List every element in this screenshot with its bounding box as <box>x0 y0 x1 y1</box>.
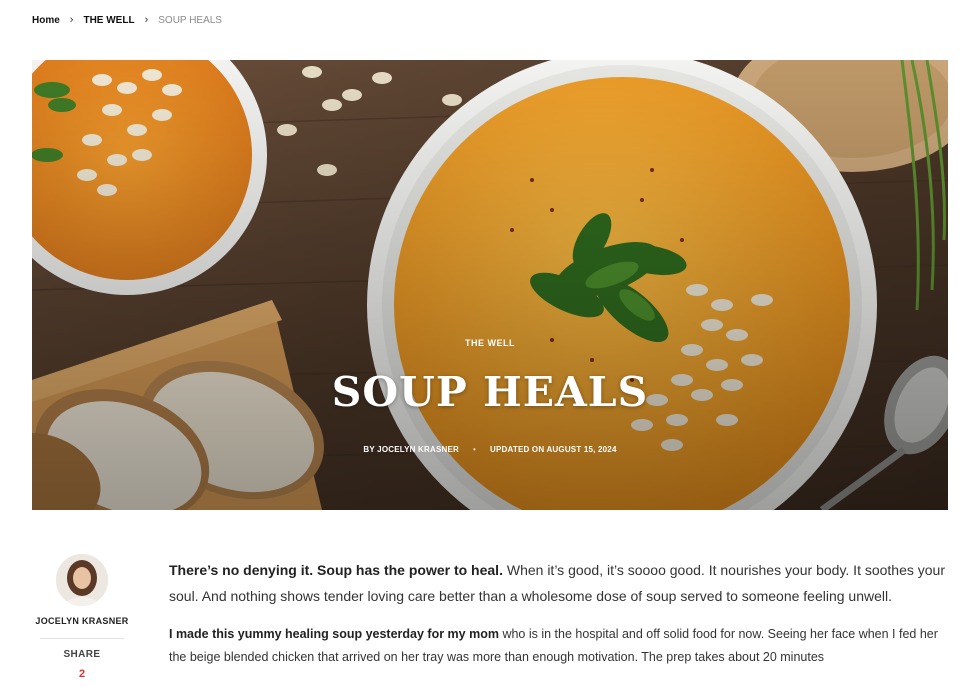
author-name[interactable]: JOCELYN KRASNER <box>32 616 132 626</box>
body-paragraph: I made this yummy healing soup yesterday… <box>169 623 949 669</box>
share-label: SHARE <box>63 649 101 660</box>
share-count: 2 <box>78 668 86 680</box>
separator-dot: • <box>473 445 477 454</box>
breadcrumb-section-link[interactable]: THE WELL <box>83 15 134 26</box>
article-body: There’s no denying it. Soup has the powe… <box>169 557 949 669</box>
page-title: SOUP HEALS <box>331 368 649 416</box>
lead-bold-text: There’s no denying it. Soup has the powe… <box>169 562 503 578</box>
updated-date: UPDATED ON AUGUST 15, 2024 <box>490 445 617 454</box>
author-byline[interactable]: BY JOCELYN KRASNER <box>363 445 459 454</box>
avatar[interactable] <box>56 554 108 606</box>
hero-banner: THE WELL SOUP HEALS BY JOCELYN KRASNER •… <box>32 60 948 510</box>
chevron-right-icon: › <box>69 14 74 26</box>
divider <box>40 638 124 639</box>
breadcrumb: Home › THE WELL › SOUP HEALS <box>32 14 222 26</box>
chevron-right-icon: › <box>144 14 149 26</box>
breadcrumb-home-link[interactable]: Home <box>32 15 60 26</box>
hero-meta: BY JOCELYN KRASNER • UPDATED ON AUGUST 1… <box>32 445 948 454</box>
breadcrumb-current: SOUP HEALS <box>158 14 222 26</box>
lead-paragraph: There’s no denying it. Soup has the powe… <box>169 557 949 609</box>
hero-category[interactable]: THE WELL <box>32 338 948 348</box>
para-bold-text: I made this yummy healing soup yesterday… <box>169 627 499 641</box>
author-sidebar: JOCELYN KRASNER SHARE 2 <box>32 554 132 680</box>
hero-soup-image <box>32 60 948 510</box>
